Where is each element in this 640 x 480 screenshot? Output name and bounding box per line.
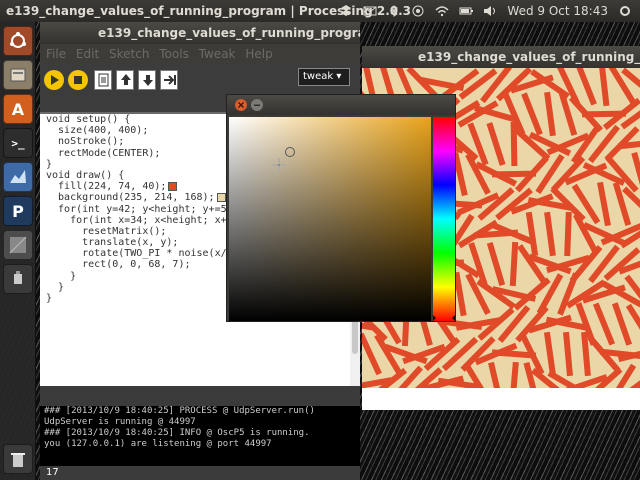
sketch-rect	[521, 92, 543, 136]
ide-status-bar	[40, 386, 360, 406]
sketch-window-title[interactable]: e139_change_values_of_running_program	[362, 46, 640, 68]
terminal-icon[interactable]: >_	[3, 128, 33, 158]
console-line: ### [2013/10/9 18:40:25] PROCESS @ UdpSe…	[44, 406, 315, 416]
menu-help[interactable]: Help	[245, 47, 272, 61]
close-icon[interactable]	[235, 99, 247, 111]
sketch-blank-strip	[362, 388, 640, 410]
launcher: A >_ P	[0, 22, 36, 480]
export-arrow-icon	[164, 75, 176, 85]
software-center-icon[interactable]: A	[3, 94, 33, 124]
system-monitor-icon[interactable]	[3, 162, 33, 192]
color-picker-title-bar[interactable]	[227, 95, 455, 115]
sketch-rect	[441, 336, 479, 372]
power-gear-icon[interactable]	[618, 5, 632, 17]
menu-sketch[interactable]: Sketch	[109, 47, 149, 61]
sketch-rect	[543, 331, 557, 377]
wifi-icon[interactable]	[435, 5, 449, 17]
arrow-up-icon	[121, 74, 131, 85]
ide-menu-bar: File Edit Sketch Tools Tweak Help	[40, 44, 360, 64]
sketch-rect	[535, 153, 565, 195]
run-button[interactable]	[44, 70, 64, 90]
sketch-rect	[486, 242, 506, 286]
workspace-icon[interactable]	[3, 230, 33, 260]
ubuntu-dash-icon[interactable]	[3, 26, 33, 56]
sketch-rect	[486, 122, 506, 166]
arrow-down-icon	[143, 75, 153, 86]
sketch-rect	[563, 331, 573, 377]
color-picker-window[interactable]	[226, 94, 456, 322]
sketch-rect	[525, 211, 539, 257]
indicator-area: Wed 9 Oct 18:43	[339, 0, 632, 22]
stop-button[interactable]	[68, 70, 88, 90]
line-number-footer: 17	[40, 466, 360, 480]
minimize-icon[interactable]	[251, 99, 263, 111]
export-button[interactable]	[160, 70, 178, 90]
sketch-rect	[544, 91, 556, 137]
open-button[interactable]	[116, 70, 134, 90]
processing-icon[interactable]: P	[3, 196, 33, 226]
top-panel: e139_change_values_of_running_program | …	[0, 0, 640, 22]
background-color-swatch[interactable]	[216, 192, 226, 202]
new-sketch-button[interactable]	[94, 70, 112, 90]
console-line: ### [2013/10/9 18:40:25] INFO @ OscP5 is…	[44, 428, 310, 438]
menu-file[interactable]: File	[46, 47, 66, 61]
sketch-rect	[465, 273, 491, 315]
sketch-rect	[564, 211, 572, 257]
menu-edit[interactable]: Edit	[76, 47, 99, 61]
ide-title-text: e139_change_values_of_running_program	[98, 26, 360, 40]
sketch-rect	[509, 241, 519, 287]
line-number: 17	[46, 467, 59, 478]
saturation-brightness-field[interactable]	[229, 117, 431, 321]
dropbox-icon[interactable]	[339, 5, 353, 17]
menu-tools[interactable]: Tools	[159, 47, 189, 61]
fill-color-swatch[interactable]	[168, 181, 178, 191]
console-line: UdpServer is running @ 44997	[44, 417, 196, 427]
trash-icon[interactable]	[3, 444, 33, 474]
files-icon[interactable]	[3, 60, 33, 90]
color-target-marker	[285, 147, 295, 157]
mode-dropdown[interactable]: tweak ▾	[298, 68, 350, 86]
bluetooth-icon[interactable]	[387, 5, 401, 17]
console-output[interactable]: ### [2013/10/9 18:40:25] PROCESS @ UdpSe…	[40, 406, 360, 466]
volume-icon[interactable]	[483, 5, 497, 17]
usb-icon[interactable]	[3, 264, 33, 294]
battery-icon[interactable]	[459, 5, 474, 17]
hue-slider[interactable]	[433, 117, 455, 321]
sketch-rect	[598, 68, 610, 107]
messaging-icon[interactable]	[363, 5, 377, 17]
crosshair-cursor-icon	[271, 157, 286, 172]
keyboard-icon[interactable]	[411, 5, 425, 17]
sketch-rect	[592, 302, 616, 346]
new-file-icon	[98, 73, 109, 87]
menu-tweak[interactable]: Tweak	[199, 47, 236, 61]
ide-window-title[interactable]: e139_change_values_of_running_program	[40, 22, 360, 44]
clock[interactable]: Wed 9 Oct 18:43	[507, 4, 608, 18]
hue-slider-marker[interactable]	[433, 315, 455, 321]
sketch-rect	[544, 211, 556, 257]
save-button[interactable]	[138, 70, 156, 90]
console-line: you (127.0.0.1) are listening @ port 449…	[44, 439, 272, 449]
